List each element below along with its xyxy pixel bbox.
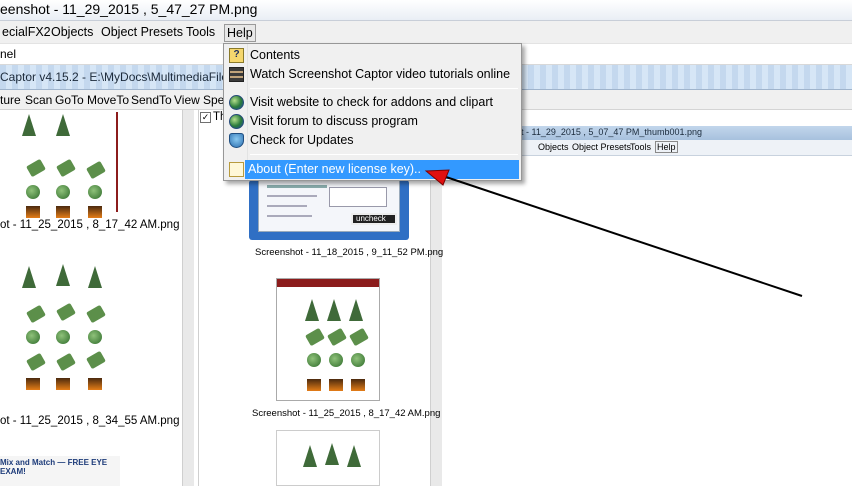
thumbnail-image[interactable]: Mix and Match — FREE EYE EXAM! bbox=[0, 456, 120, 486]
window-title: eenshot - 11_29_2015 , 5_47_27 PM.png bbox=[0, 1, 258, 17]
inner-menu-sendto[interactable]: SendTo bbox=[131, 93, 172, 107]
thumbnail-image[interactable] bbox=[276, 278, 380, 401]
thumbnail-caption: ot - 11_25_2015 , 8_34_55 AM.png bbox=[0, 415, 180, 427]
menu-object-presets[interactable]: Object Presets bbox=[99, 24, 185, 42]
menu-tools[interactable]: Tools bbox=[184, 24, 217, 42]
thumbnail-image[interactable] bbox=[0, 258, 120, 408]
thumbnail-image-content: uncheck bbox=[258, 180, 400, 232]
menu-item-about[interactable]: About (Enter new license key).. bbox=[245, 160, 519, 179]
menu-item-contents[interactable]: ? Contents bbox=[226, 46, 519, 65]
menu-item-label: About (Enter new license key).. bbox=[248, 162, 421, 176]
menu-help[interactable]: Help bbox=[224, 24, 256, 42]
window-title-bar: eenshot - 11_29_2015 , 5_47_27 PM.png bbox=[0, 0, 852, 21]
uncheck-label: uncheck bbox=[356, 214, 386, 223]
panel-strip-label: nel bbox=[0, 47, 17, 61]
shield-update-icon bbox=[229, 133, 244, 148]
thumbnail-caption: Screenshot - 11_25_2015 , 8_17_42 AM.png bbox=[252, 408, 441, 419]
help-dropdown-menu: ? Contents Watch Screenshot Captor video… bbox=[223, 43, 522, 181]
menu-item-label: Visit forum to discuss program bbox=[250, 114, 418, 128]
thumbnail-border bbox=[116, 112, 118, 212]
inner-menu-view[interactable]: View bbox=[174, 93, 200, 107]
nested-menu-objects[interactable]: Objects bbox=[538, 142, 569, 152]
nested-window-title-bar: ot - 11_29_2015 , 5_07_47 PM_thumb001.pn… bbox=[514, 126, 852, 140]
thumbnail-caption: ot - 11_25_2015 , 8_17_42 AM.png bbox=[0, 219, 180, 231]
menu-item-label: Contents bbox=[250, 48, 301, 62]
menu-item-visit-forum[interactable]: Visit forum to discuss program bbox=[226, 112, 519, 131]
nested-menu-object-presets[interactable]: Object Presets bbox=[572, 142, 631, 152]
nested-menu-tools[interactable]: Tools bbox=[630, 142, 651, 152]
nested-window-title: ot - 11_29_2015 , 5_07_47 PM_thumb001.pn… bbox=[516, 127, 702, 137]
menu-item-visit-website[interactable]: Visit website to check for addons and cl… bbox=[226, 93, 519, 112]
menu-item-check-updates[interactable]: Check for Updates bbox=[226, 131, 519, 150]
film-icon bbox=[229, 67, 244, 82]
menu-objects[interactable]: Objects bbox=[49, 24, 95, 42]
menu-item-video-tutorials[interactable]: Watch Screenshot Captor video tutorials … bbox=[226, 65, 519, 84]
thumbnail-view-checkbox[interactable]: ✓ bbox=[200, 112, 211, 123]
help-book-icon: ? bbox=[229, 48, 244, 63]
menu-item-label: Watch Screenshot Captor video tutorials … bbox=[250, 67, 511, 81]
inner-menu-capture[interactable]: ture bbox=[0, 93, 21, 107]
menu-item-label: Visit website to check for addons and cl… bbox=[250, 95, 493, 109]
menu-specialfx2[interactable]: ecialFX2 bbox=[0, 24, 53, 42]
inner-menu-goto[interactable]: GoTo bbox=[55, 93, 84, 107]
promo-text: Mix and Match — FREE EYE EXAM! bbox=[0, 458, 108, 476]
nested-menu-help[interactable]: Help bbox=[655, 141, 678, 153]
nested-menu-bar: Objects Object Presets Tools Help bbox=[514, 140, 852, 156]
globe-icon bbox=[229, 95, 244, 110]
menu-separator bbox=[250, 154, 518, 155]
inner-menu-moveto[interactable]: MoveTo bbox=[87, 93, 129, 107]
globe-icon bbox=[229, 114, 244, 129]
thumbnail-image[interactable] bbox=[276, 430, 380, 486]
about-icon bbox=[229, 162, 244, 177]
menu-bar: ecialFX2 Objects Object Presets Tools He… bbox=[0, 21, 852, 44]
thumbnail-caption: Screenshot - 11_18_2015 , 9_11_52 PM.png bbox=[255, 247, 444, 258]
menu-item-label: Check for Updates bbox=[250, 133, 354, 147]
inner-menu-scan[interactable]: Scan bbox=[25, 93, 52, 107]
menu-separator bbox=[250, 88, 518, 89]
thumbnail-image[interactable] bbox=[0, 112, 120, 218]
left-column-scrollbar[interactable] bbox=[182, 110, 194, 486]
